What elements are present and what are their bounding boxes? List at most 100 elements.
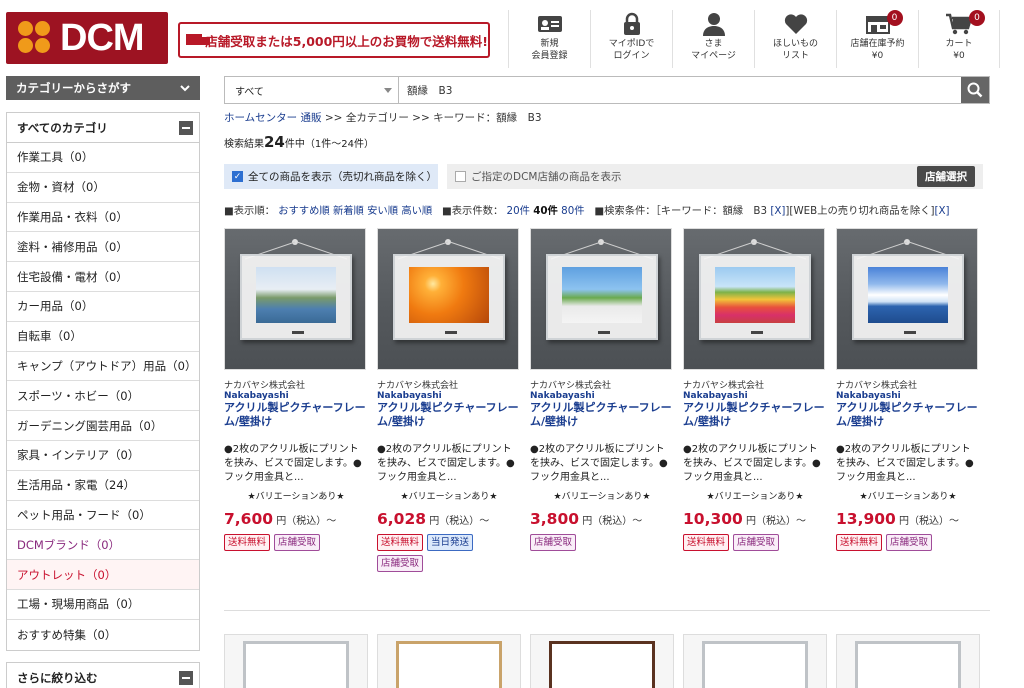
sidebar-category-item[interactable]: 住宅設備・電材（0）: [7, 262, 199, 292]
remove-keyword-link[interactable]: [X]: [770, 205, 785, 217]
product-maker: ナカバヤシ株式会社: [530, 381, 612, 391]
product-image[interactable]: [224, 228, 366, 370]
sidebar-category-item[interactable]: アウトレット（0）: [7, 560, 199, 590]
member-card-icon: [537, 10, 563, 38]
product-name[interactable]: アクリル製ピクチャーフレーム/壁掛け: [377, 401, 521, 443]
breadcrumb: ホームセンター 通販 >> 全カテゴリー >> キーワード：額縁 B3: [224, 110, 542, 125]
search-icon: [967, 82, 983, 98]
product-brand[interactable]: Nakabayashi: [224, 391, 368, 401]
nav-login[interactable]: マイポIDで ログイン: [590, 10, 672, 68]
sidebar-category-item[interactable]: DCMブランド（0）: [7, 530, 199, 561]
product-price: 13,900 円（税込）～: [836, 510, 980, 528]
filter-store-only[interactable]: ご指定のDCM店舗の商品を表示 店舗選択: [447, 164, 983, 189]
search-button[interactable]: [961, 77, 989, 103]
count-40: 40件: [533, 205, 558, 217]
free-shipping-banner[interactable]: 店舗受取または5,000円以上のお買物で送料無料!: [178, 22, 490, 58]
frame-logo: [598, 331, 610, 334]
price-value: 7,600: [224, 510, 274, 528]
collapse-icon[interactable]: [179, 671, 193, 685]
nav-store-reserve[interactable]: 0 店舗在庫予約 ¥0: [836, 10, 918, 68]
nav-cart[interactable]: 0 カート ¥0: [918, 10, 1000, 68]
search-input[interactable]: [399, 77, 961, 103]
product-image[interactable]: [836, 228, 978, 370]
product-image[interactable]: [377, 228, 519, 370]
frame-image: [549, 641, 655, 688]
price-value: 10,300: [683, 510, 743, 528]
sidebar-category-item[interactable]: 作業用品・衣料（0）: [7, 203, 199, 233]
nav-wishlist[interactable]: ほしいもの リスト: [754, 10, 836, 68]
sidebar-category-item[interactable]: 金物・資材（0）: [7, 173, 199, 203]
store-icon: 0: [865, 10, 903, 38]
product-card-thumb[interactable]: [224, 634, 368, 688]
all-categories-header[interactable]: すべてのカテゴリ: [7, 113, 199, 143]
sidebar-category-item[interactable]: ガーデニング園芸用品（0）: [7, 411, 199, 441]
store-pickup-tag: 店舗受取: [886, 534, 933, 551]
product-card-thumb[interactable]: [377, 634, 521, 688]
sidebar-category-item[interactable]: 工場・現場用商品（0）: [7, 590, 199, 620]
remove-soldout-link[interactable]: [X]: [934, 205, 949, 217]
breadcrumb-all[interactable]: 全カテゴリー: [346, 112, 409, 124]
frame-logo: [904, 331, 916, 334]
sidebar-category-item[interactable]: 生活用品・家電（24）: [7, 471, 199, 501]
product-card-thumb[interactable]: [530, 634, 674, 688]
checkbox-unchecked-icon[interactable]: [455, 171, 466, 182]
acrylic-frame: [240, 254, 352, 340]
nav-mypage[interactable]: さま マイページ: [672, 10, 754, 68]
store-pickup-tag: 店舗受取: [377, 555, 424, 572]
count-label: ■表示件数：: [442, 205, 504, 217]
sidebar-category-item[interactable]: ペット用品・フード（0）: [7, 501, 199, 531]
product-card-thumb[interactable]: [836, 634, 980, 688]
category-browse-dropdown[interactable]: カテゴリーからさがす: [6, 76, 200, 100]
refine-header[interactable]: さらに絞り込む: [7, 663, 199, 688]
sidebar-category-item[interactable]: カー用品（0）: [7, 292, 199, 322]
product-name[interactable]: アクリル製ピクチャーフレーム/壁掛け: [224, 401, 368, 443]
same-day-tag: 当日発送: [427, 534, 474, 551]
product-brand[interactable]: Nakabayashi: [377, 391, 521, 401]
product-name[interactable]: アクリル製ピクチャーフレーム/壁掛け: [683, 401, 827, 443]
product-card[interactable]: ナカバヤシ株式会社 Nakabayashi アクリル製ピクチャーフレーム/壁掛け…: [836, 228, 980, 551]
filter-show-all[interactable]: ✓ 全ての商品を表示（売切れ商品を除く）: [224, 164, 438, 189]
sidebar-category-item[interactable]: おすすめ特集（0）: [7, 620, 199, 650]
nav-store-reserve-label1: 店舗在庫予約: [850, 39, 905, 49]
product-brand[interactable]: Nakabayashi: [836, 391, 980, 401]
breadcrumb-home[interactable]: ホームセンター 通販: [224, 112, 322, 124]
free-shipping-tag: 送料無料: [683, 534, 730, 551]
product-name[interactable]: アクリル製ピクチャーフレーム/壁掛け: [836, 401, 980, 443]
sort-recommended[interactable]: おすすめ順: [278, 205, 329, 217]
nav-register[interactable]: 新規 会員登録: [508, 10, 590, 68]
product-brand[interactable]: Nakabayashi: [530, 391, 674, 401]
checkbox-checked-icon[interactable]: ✓: [232, 171, 243, 182]
collapse-icon[interactable]: [179, 120, 193, 135]
sidebar-category-item[interactable]: スポーツ・ホビー（0）: [7, 381, 199, 412]
product-card[interactable]: ナカバヤシ株式会社 Nakabayashi アクリル製ピクチャーフレーム/壁掛け…: [224, 228, 368, 551]
product-card[interactable]: ナカバヤシ株式会社 Nakabayashi アクリル製ピクチャーフレーム/壁掛け…: [683, 228, 827, 551]
sort-expensive[interactable]: 高い順: [401, 205, 432, 217]
sidebar-category-item[interactable]: 作業工具（0）: [7, 143, 199, 173]
product-card[interactable]: ナカバヤシ株式会社 Nakabayashi アクリル製ピクチャーフレーム/壁掛け…: [530, 228, 674, 551]
category-panel: すべてのカテゴリ 作業工具（0） 金物・資材（0） 作業用品・衣料（0） 塗料・補修用…: [6, 112, 200, 651]
acrylic-frame: [393, 254, 505, 340]
product-name[interactable]: アクリル製ピクチャーフレーム/壁掛け: [530, 401, 674, 443]
product-card[interactable]: ナカバヤシ株式会社 Nakabayashi アクリル製ピクチャーフレーム/壁掛け…: [377, 228, 521, 572]
product-brand[interactable]: Nakabayashi: [683, 391, 827, 401]
price-value: 3,800: [530, 510, 580, 528]
product-image[interactable]: [530, 228, 672, 370]
sidebar-category-item[interactable]: キャンプ（アウトドア）用品（0）: [7, 352, 199, 382]
sort-newest[interactable]: 新着順: [333, 205, 364, 217]
dcm-logo[interactable]: DCM: [6, 12, 168, 64]
count-20[interactable]: 20件: [507, 205, 530, 217]
frame-artwork: [562, 267, 642, 323]
count-80[interactable]: 80件: [561, 205, 584, 217]
search-category-select[interactable]: すべて: [225, 77, 399, 103]
sidebar-category-item[interactable]: 塗料・補修用品（0）: [7, 232, 199, 263]
sidebar-category-item[interactable]: 家具・インテリア（0）: [7, 441, 199, 471]
sidebar-category-item[interactable]: 自転車（0）: [7, 322, 199, 352]
product-maker: ナカバヤシ株式会社: [683, 381, 765, 391]
nav-cart-label2: ¥0: [953, 51, 965, 61]
store-select-button[interactable]: 店舗選択: [917, 166, 975, 187]
sort-cheapest[interactable]: 安い順: [367, 205, 398, 217]
product-image[interactable]: [683, 228, 825, 370]
product-tags: 送料無料 店舗受取: [836, 534, 980, 551]
filter-show-all-label: 全ての商品を表示（売切れ商品を除く）: [248, 171, 437, 183]
product-card-thumb[interactable]: [683, 634, 827, 688]
